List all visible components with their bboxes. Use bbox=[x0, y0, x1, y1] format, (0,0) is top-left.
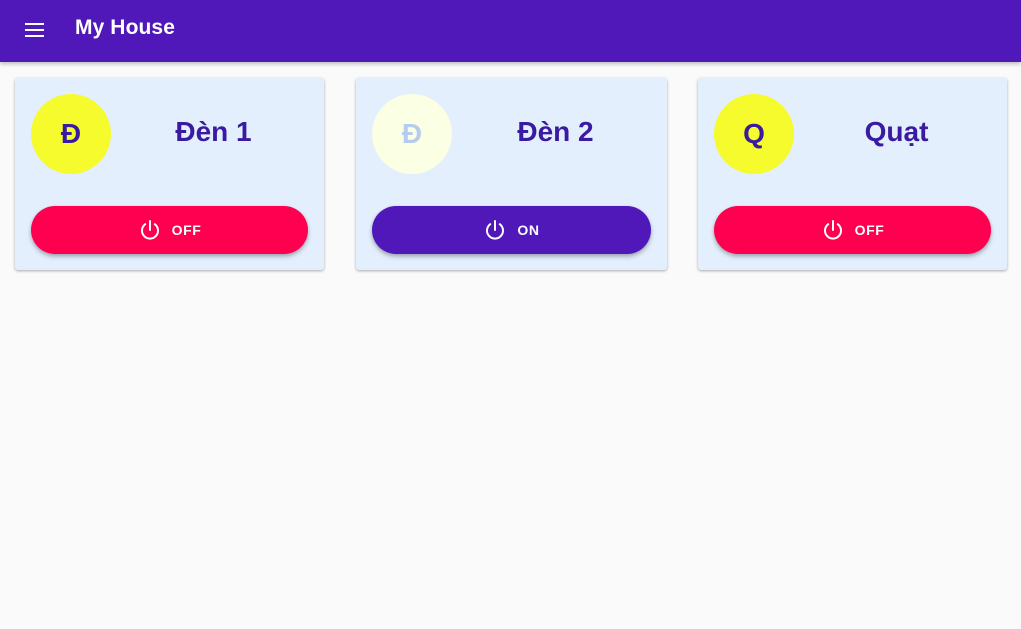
menu-icon bbox=[25, 23, 44, 37]
device-avatar: Q bbox=[714, 94, 794, 174]
device-card: Đ Đèn 1 OFF bbox=[15, 78, 324, 270]
device-avatar: Đ bbox=[31, 94, 111, 174]
device-name: Quạt bbox=[864, 116, 929, 147]
power-toggle-button[interactable]: ON bbox=[372, 206, 651, 254]
power-toggle-button[interactable]: OFF bbox=[31, 206, 308, 254]
menu-button[interactable] bbox=[14, 9, 56, 51]
device-card: Đ Đèn 2 ON bbox=[356, 78, 667, 270]
app-title: My House bbox=[75, 16, 175, 39]
power-toggle-button[interactable]: OFF bbox=[714, 206, 991, 254]
power-icon bbox=[821, 218, 845, 242]
app-bar: My House bbox=[0, 0, 1021, 62]
device-card: Q Quạt OFF bbox=[698, 78, 1007, 270]
power-toggle-label: OFF bbox=[854, 222, 885, 238]
power-icon bbox=[483, 218, 507, 242]
device-name: Đèn 1 bbox=[175, 116, 252, 147]
power-toggle-label: OFF bbox=[171, 222, 202, 238]
power-icon bbox=[138, 218, 162, 242]
power-toggle-label: ON bbox=[517, 222, 540, 238]
device-name: Đèn 2 bbox=[517, 116, 594, 147]
device-avatar: Đ bbox=[372, 94, 452, 174]
device-card-list: Đ Đèn 1 OFF Đ Đèn 2 ON Q Quạt OFF bbox=[15, 78, 1007, 270]
